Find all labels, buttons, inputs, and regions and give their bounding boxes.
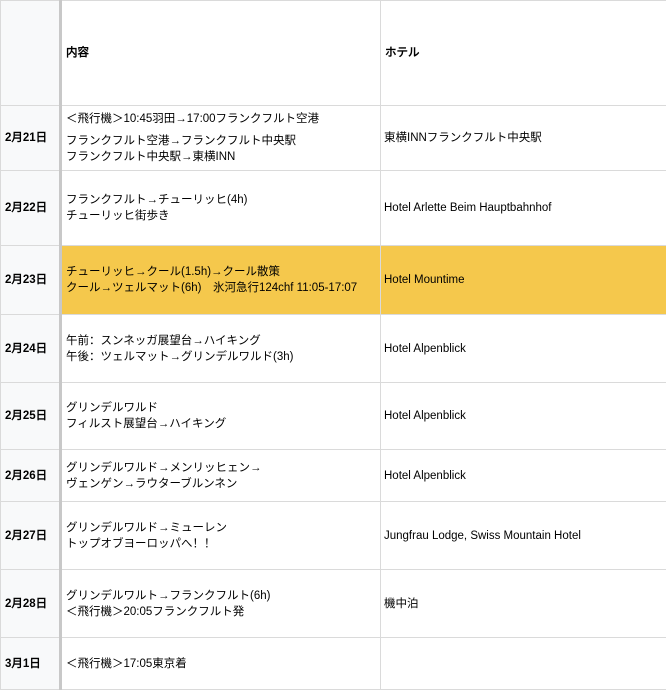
- hotel-cell[interactable]: Hotel Mountime: [381, 246, 666, 315]
- hotel-cell[interactable]: 機中泊: [381, 570, 666, 638]
- content-line: フィルスト展望台→ハイキング: [66, 416, 380, 432]
- hotel-cell[interactable]: [381, 638, 666, 690]
- table-row: 2月27日 グリンデルワルド→ミューレン トップオブヨーロッパへ！！ Jungf…: [1, 502, 666, 570]
- hotel-cell[interactable]: Hotel Arlette Beim Hauptbahnhof: [381, 171, 666, 246]
- hotel-cell[interactable]: Hotel Alpenblick: [381, 315, 666, 383]
- content-line: チューリッヒ街歩き: [66, 208, 380, 224]
- content-line: 午後：ツェルマット→グリンデルワルド(3h): [66, 349, 380, 365]
- table-row: 2月21日 ＜飛行機＞10:45羽田→17:00フランクフルト空港 フランクフル…: [1, 106, 666, 171]
- content-line: ＜飛行機＞17:05東京着: [66, 656, 380, 672]
- hotel-cell[interactable]: Hotel Alpenblick: [381, 450, 666, 502]
- content-line: グリンデルワルド→ミューレン: [66, 520, 380, 536]
- content-line: ＜飛行機＞20:05フランクフルト発: [66, 604, 380, 620]
- date-cell[interactable]: 2月24日: [1, 315, 61, 383]
- content-line: チューリッヒ→クール(1.5h)→クール散策: [66, 264, 380, 280]
- content-line: フランクフルト中央駅→東横INN: [66, 149, 380, 165]
- content-line: ヴェンゲン→ラウターブルンネン: [66, 476, 380, 492]
- content-cell[interactable]: グリンデルワルト→フランクフルト(6h) ＜飛行機＞20:05フランクフルト発: [61, 570, 381, 638]
- date-cell[interactable]: 2月23日: [1, 246, 61, 315]
- content-cell[interactable]: フランクフルト→チューリッヒ(4h) チューリッヒ街歩き: [61, 171, 381, 246]
- content-line: フランクフルト→チューリッヒ(4h): [66, 192, 380, 208]
- hotel-cell[interactable]: Jungfrau Lodge, Swiss Mountain Hotel: [381, 502, 666, 570]
- spreadsheet: 内容 ホテル 2月21日 ＜飛行機＞10:45羽田→17:00フランクフルト空港…: [0, 0, 666, 685]
- hotel-cell[interactable]: Hotel Alpenblick: [381, 383, 666, 450]
- date-cell[interactable]: 3月1日: [1, 638, 61, 690]
- date-cell[interactable]: 2月28日: [1, 570, 61, 638]
- content-cell[interactable]: 午前：スンネッガ展望台→ハイキング 午後：ツェルマット→グリンデルワルド(3h): [61, 315, 381, 383]
- content-line: クール→ツェルマット(6h) 氷河急行124chf 11:05-17:07: [66, 280, 380, 296]
- hotel-cell[interactable]: 東横INNフランクフルト中央駅: [381, 106, 666, 171]
- date-cell[interactable]: 2月22日: [1, 171, 61, 246]
- content-line: グリンデルワルド: [66, 400, 380, 416]
- table-row: 2月26日 グリンデルワルド→メンリッヒェン→ ヴェンゲン→ラウターブルンネン …: [1, 450, 666, 502]
- content-line: グリンデルワルト→フランクフルト(6h): [66, 588, 380, 604]
- content-line: グリンデルワルド→メンリッヒェン→: [66, 460, 380, 476]
- table-row-highlighted: 2月23日 チューリッヒ→クール(1.5h)→クール散策 クール→ツェルマット(…: [1, 246, 666, 315]
- content-cell[interactable]: グリンデルワルド フィルスト展望台→ハイキング: [61, 383, 381, 450]
- content-cell[interactable]: チューリッヒ→クール(1.5h)→クール散策 クール→ツェルマット(6h) 氷河…: [61, 246, 381, 315]
- content-line: フランクフルト空港→フランクフルト中央駅: [66, 133, 380, 149]
- header-row: 内容 ホテル: [1, 1, 666, 106]
- table-row: 2月28日 グリンデルワルト→フランクフルト(6h) ＜飛行機＞20:05フラン…: [1, 570, 666, 638]
- header-hotel-cell[interactable]: ホテル: [381, 1, 666, 106]
- content-cell[interactable]: ＜飛行機＞17:05東京着: [61, 638, 381, 690]
- date-cell[interactable]: 2月27日: [1, 502, 61, 570]
- table-row: 2月24日 午前：スンネッガ展望台→ハイキング 午後：ツェルマット→グリンデルワ…: [1, 315, 666, 383]
- content-line: トップオブヨーロッパへ！！: [66, 536, 380, 552]
- content-cell[interactable]: グリンデルワルド→ミューレン トップオブヨーロッパへ！！: [61, 502, 381, 570]
- date-cell[interactable]: 2月25日: [1, 383, 61, 450]
- table-row: 3月1日 ＜飛行機＞17:05東京着: [1, 638, 666, 690]
- content-line: ＜飛行機＞10:45羽田→17:00フランクフルト空港: [66, 111, 380, 127]
- itinerary-table: 内容 ホテル 2月21日 ＜飛行機＞10:45羽田→17:00フランクフルト空港…: [0, 0, 666, 690]
- table-row: 2月25日 グリンデルワルド フィルスト展望台→ハイキング Hotel Alpe…: [1, 383, 666, 450]
- content-cell[interactable]: ＜飛行機＞10:45羽田→17:00フランクフルト空港 フランクフルト空港→フラ…: [61, 106, 381, 171]
- date-cell[interactable]: 2月26日: [1, 450, 61, 502]
- date-cell[interactable]: 2月21日: [1, 106, 61, 171]
- content-line: 午前：スンネッガ展望台→ハイキング: [66, 333, 380, 349]
- content-cell[interactable]: グリンデルワルド→メンリッヒェン→ ヴェンゲン→ラウターブルンネン: [61, 450, 381, 502]
- header-content-cell[interactable]: 内容: [61, 1, 381, 106]
- table-row: 2月22日 フランクフルト→チューリッヒ(4h) チューリッヒ街歩き Hotel…: [1, 171, 666, 246]
- header-date-cell[interactable]: [1, 1, 61, 106]
